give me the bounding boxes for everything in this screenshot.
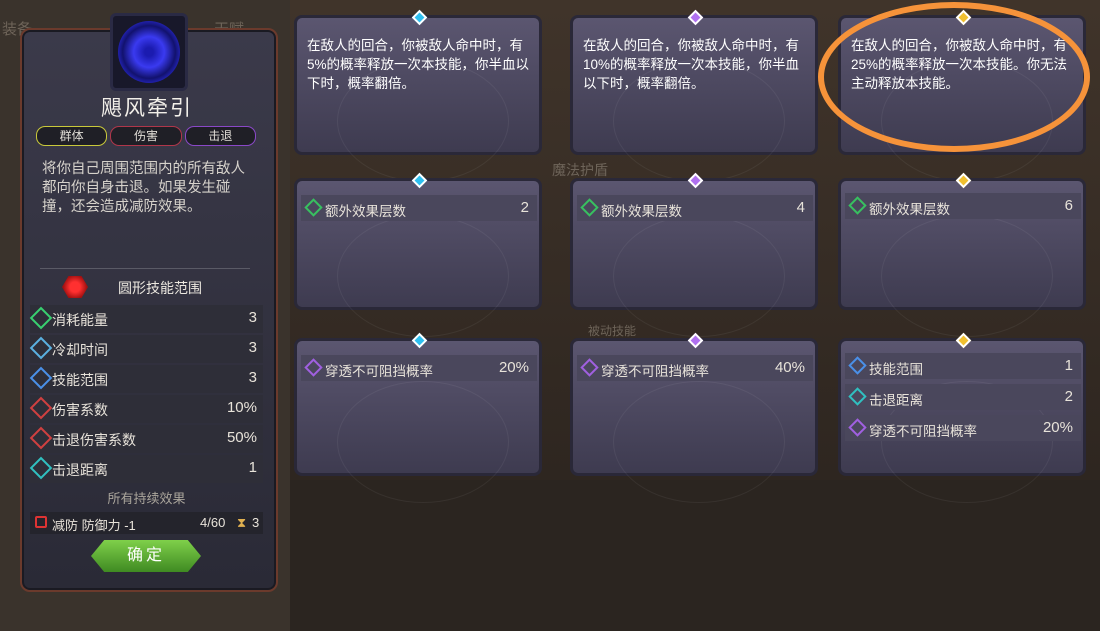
stat-label: 穿透不可阻挡概率 <box>869 424 977 439</box>
orange-annotation-circle <box>818 2 1090 152</box>
stat-row: 额外效果层数 2 <box>301 195 537 221</box>
stat-value: 20% <box>1042 419 1073 436</box>
stat-value: 2 <box>1064 388 1073 405</box>
pierce-icon <box>848 418 867 437</box>
diamond-energy-icon <box>29 306 53 330</box>
effect-turns: 3 <box>252 515 260 530</box>
tag-group: 群体 <box>36 126 108 146</box>
pierce-icon <box>580 358 599 377</box>
stat-row: 额外效果层数 6 <box>845 193 1081 219</box>
damage-icon <box>29 396 53 420</box>
stat-label: 额外效果层数 <box>869 202 950 217</box>
stat-label: 消耗能量 <box>52 312 108 328</box>
skill-name: 飓风牵引 <box>101 97 193 120</box>
stat-label: 穿透不可阻挡概率 <box>325 364 433 379</box>
stat-value: 50% <box>226 429 257 446</box>
stat-label: 额外效果层数 <box>325 204 406 219</box>
stat-label: 伤害系数 <box>52 402 108 418</box>
stat-value: 3 <box>248 339 257 356</box>
card-ring-decoration <box>613 381 785 503</box>
stat-label: 击退距离 <box>869 393 923 408</box>
skill-icon-frame <box>110 13 188 91</box>
card-ring-decoration <box>337 381 509 503</box>
card-description: 在敌人的回合，你被敌人命中时，有5%的概率释放一次本技能，你半血以下时，概率翻倍… <box>307 38 530 91</box>
cooldown-icon <box>29 336 53 360</box>
stat-damage-coefficient: 伤害系数 10% <box>29 395 263 423</box>
card-ring-decoration <box>337 215 509 337</box>
upgrade-card-upper-1[interactable]: 在敌人的回合，你被敌人命中时，有5%的概率释放一次本技能，你半血以下时，概率翻倍… <box>294 9 542 182</box>
skill-description: 将你自己周围范围内的所有敌人都向你自身击退。如果发生碰撞，还会造成减防效果。 <box>42 161 245 215</box>
defense-down-icon <box>35 516 47 528</box>
stat-label: 穿透不可阻挡概率 <box>601 364 709 379</box>
layers-icon <box>580 198 599 217</box>
stat-value: 10% <box>226 399 257 416</box>
divider <box>40 268 250 269</box>
stat-label: 冷却时间 <box>52 342 108 358</box>
card-description: 在敌人的回合，你被敌人命中时，有10%的概率释放一次本技能，你半血以下时，概率翻… <box>583 38 800 91</box>
knockback-damage-icon <box>29 426 53 450</box>
stat-value: 2 <box>520 199 529 216</box>
bg-label-passive: 被动技能 <box>588 324 637 338</box>
stat-row: 击退距离 2 <box>845 384 1081 410</box>
range-icon <box>848 356 867 375</box>
card-ring-decoration <box>881 215 1053 337</box>
knockback-distance-icon <box>848 387 867 406</box>
stat-value: 6 <box>1064 197 1073 214</box>
stat-value: 4 <box>796 199 805 216</box>
skill-tags: 群体 伤害 击退 <box>36 126 256 146</box>
circle-range-icon <box>62 276 88 298</box>
knockback-distance-icon <box>29 456 53 480</box>
effect-row: 减防 防御力 -1 4/60 ⧗ 3 <box>30 512 263 534</box>
stat-knockback-damage: 击退伤害系数 50% <box>29 425 263 453</box>
upgrade-card-upper-2[interactable]: 在敌人的回合，你被敌人命中时，有10%的概率释放一次本技能，你半血以下时，概率翻… <box>570 9 818 182</box>
range-type-row: 圆形技能范围 <box>40 276 255 298</box>
stat-energy-cost: 消耗能量 3 <box>29 305 263 333</box>
stat-range: 技能范围 3 <box>29 365 263 393</box>
card-ring-decoration <box>613 215 785 337</box>
stat-value: 3 <box>248 369 257 386</box>
hourglass-icon: ⧗ <box>237 515 247 530</box>
tag-damage: 伤害 <box>110 126 182 146</box>
stat-row: 穿透不可阻挡概率 20% <box>301 355 537 381</box>
stat-label: 额外效果层数 <box>601 204 682 219</box>
upgrade-card-low-1[interactable]: 穿透不可阻挡概率 20% <box>294 332 542 503</box>
stat-value: 40% <box>774 359 805 376</box>
stat-knockback-distance: 击退距离 1 <box>29 455 263 483</box>
tag-knockback: 击退 <box>184 126 256 146</box>
bg-label-magic-shield: 魔法护盾 <box>552 162 608 178</box>
pierce-icon <box>304 358 323 377</box>
stat-row: 额外效果层数 4 <box>577 195 813 221</box>
stat-row: 穿透不可阻挡概率 40% <box>577 355 813 381</box>
upgrade-card-low-2[interactable]: 穿透不可阻挡概率 40% <box>570 332 818 503</box>
upgrade-card-mid-2[interactable]: 额外效果层数 4 <box>570 172 818 337</box>
stat-cooldown: 冷却时间 3 <box>29 335 263 363</box>
stat-value: 20% <box>498 359 529 376</box>
effects-title: 所有持续效果 <box>107 491 186 506</box>
layers-icon <box>304 198 323 217</box>
effect-count: 4/60 <box>200 515 226 530</box>
hurricane-skill-icon <box>118 21 180 83</box>
effect-label: 减防 防御力 -1 <box>52 518 136 533</box>
range-icon <box>29 366 53 390</box>
stat-label: 击退距离 <box>52 462 108 478</box>
upgrade-card-mid-1[interactable]: 额外效果层数 2 <box>294 172 542 337</box>
stat-value: 3 <box>248 309 257 326</box>
upgrade-card-mid-3[interactable]: 额外效果层数 6 <box>838 172 1086 337</box>
layers-icon <box>848 196 867 215</box>
stat-value: 1 <box>248 459 257 476</box>
range-type-label: 圆形技能范围 <box>118 280 202 296</box>
stat-row: 穿透不可阻挡概率 20% <box>845 415 1081 441</box>
skill-stats: 消耗能量 3 冷却时间 3 技能范围 3 伤害系数 10% 击退伤害系数 50%… <box>29 305 263 485</box>
stat-value: 1 <box>1064 357 1073 374</box>
stat-label: 技能范围 <box>869 362 923 377</box>
upgrade-card-low-3[interactable]: 技能范围 1 击退距离 2 穿透不可阻挡概率 20% <box>838 332 1086 503</box>
stat-label: 技能范围 <box>52 372 108 388</box>
confirm-button[interactable]: 确定 <box>91 540 201 572</box>
stat-row: 技能范围 1 <box>845 353 1081 379</box>
stat-label: 击退伤害系数 <box>52 432 136 448</box>
